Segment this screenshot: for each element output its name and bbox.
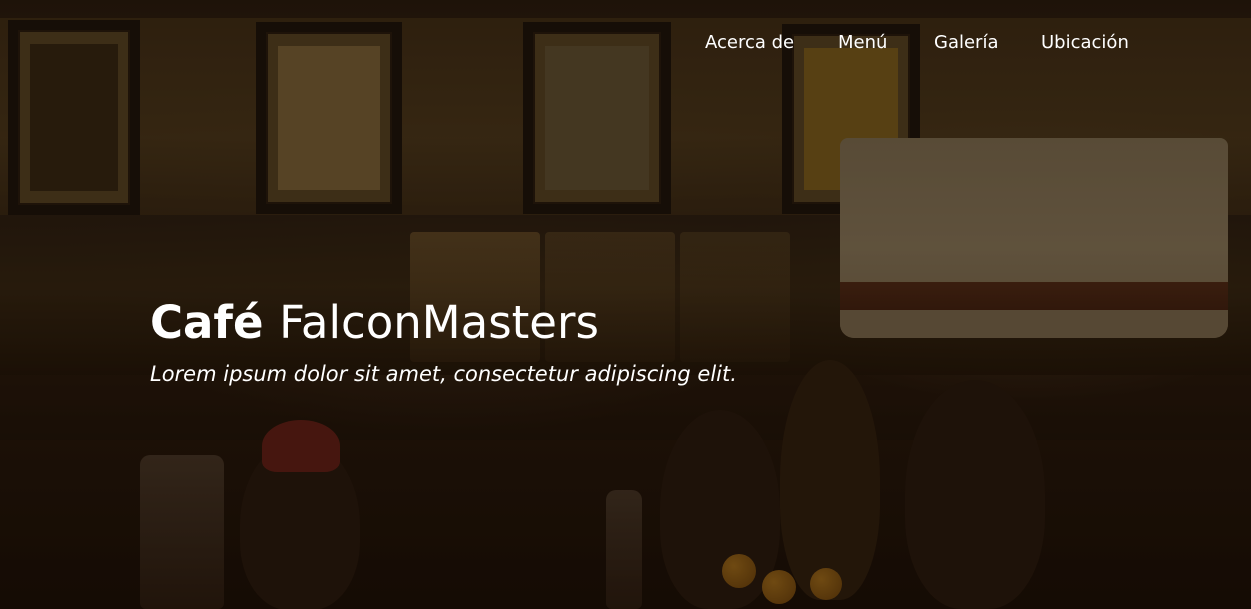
nav-link-galeria[interactable]: Galería <box>934 30 999 56</box>
main-nav: Acerca de Menú Galería Ubicación <box>0 30 1251 56</box>
hero-title-bold: Café <box>150 296 264 349</box>
nav-link-menu[interactable]: Menú <box>838 30 887 56</box>
hero-section: Acerca de Menú Galería Ubicación Café Fa… <box>0 0 1251 609</box>
nav-link-acerca-de[interactable]: Acerca de <box>705 30 794 56</box>
hero-title: Café FalconMasters <box>150 293 599 353</box>
hero-subtitle: Lorem ipsum dolor sit amet, consectetur … <box>150 362 737 386</box>
hero-title-rest: FalconMasters <box>279 296 599 349</box>
nav-link-ubicacion[interactable]: Ubicación <box>1041 30 1129 56</box>
